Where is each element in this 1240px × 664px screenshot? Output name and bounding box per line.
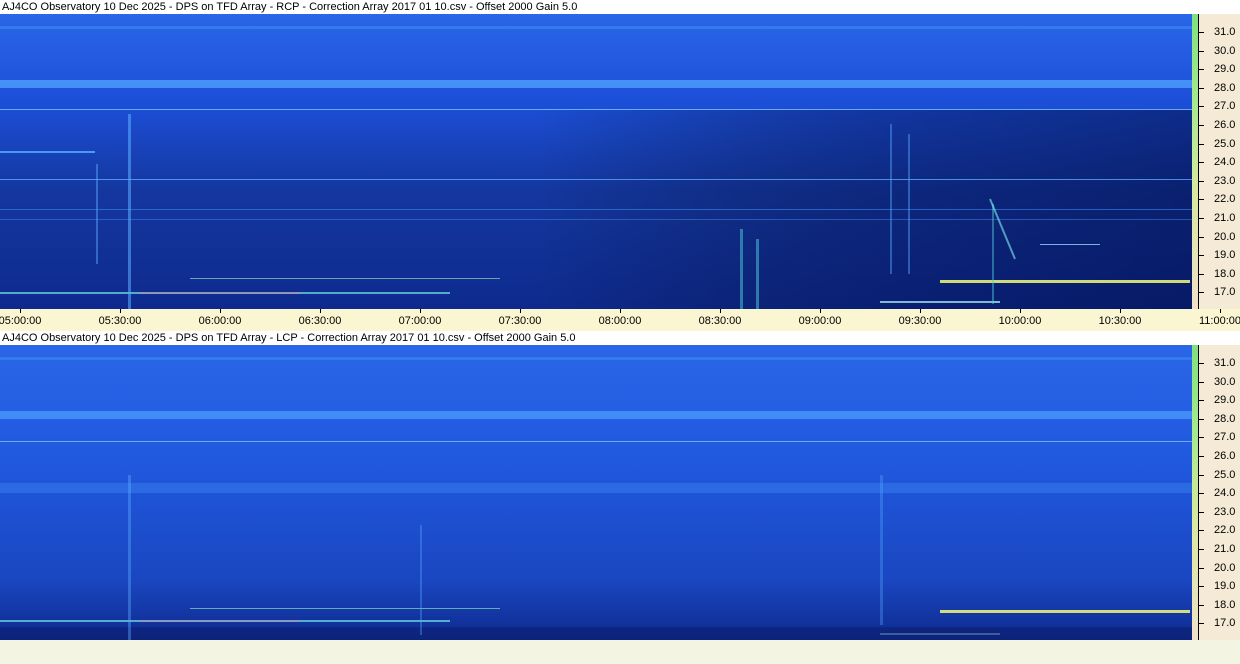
frequency-tick-rcp (1199, 106, 1204, 108)
frequency-label-rcp: 19.0 (1214, 249, 1236, 262)
time-tick (1120, 309, 1121, 313)
time-tick (120, 309, 121, 313)
time-tick (520, 309, 521, 313)
frequency-label-lcp: 18.0 (1214, 598, 1236, 611)
time-label: 06:00:00 (198, 315, 242, 327)
frequency-label-rcp: 22.0 (1214, 193, 1236, 206)
time-label: 10:30:00 (1098, 315, 1142, 327)
time-tick (920, 309, 921, 313)
frequency-tick-lcp (1199, 511, 1204, 513)
time-label: 11:00:00 (1198, 315, 1240, 327)
frequency-tick-rcp (1199, 273, 1204, 275)
time-label: 09:30:00 (898, 315, 942, 327)
spectrogram-rcp-image (0, 14, 1192, 309)
frequency-label-lcp: 25.0 (1214, 468, 1236, 481)
frequency-tick-lcp (1199, 381, 1204, 383)
frequency-tick-lcp (1199, 623, 1204, 625)
frequency-label-lcp: 30.0 (1214, 375, 1236, 388)
frequency-label-rcp: 20.0 (1214, 230, 1236, 243)
spectrogram-lcp (0, 345, 1192, 640)
time-label: 05:00:00 (0, 315, 42, 327)
frequency-tick-rcp (1199, 199, 1204, 201)
frequency-label-rcp: 21.0 (1214, 212, 1236, 224)
frequency-tick-rcp (1199, 255, 1204, 257)
frequency-scale-lcp: 31.0 30.0 29.0 28.0 27.0 26.0 25.0 24.0 23.0 22.0… (1198, 345, 1240, 640)
frequency-tick-lcp (1199, 418, 1204, 420)
spectrogram-lcp-image (0, 345, 1192, 640)
frequency-label-rcp: 29.0 (1214, 63, 1236, 76)
frequency-tick-rcp (1199, 236, 1204, 238)
time-label: 08:00:00 (598, 315, 642, 327)
time-tick (320, 309, 321, 313)
frequency-tick-lcp (1199, 586, 1204, 588)
frequency-tick-lcp (1199, 493, 1204, 495)
time-tick (1220, 309, 1221, 313)
time-label: 10:00:00 (998, 315, 1042, 327)
time-tick (220, 309, 221, 313)
time-tick (620, 309, 621, 313)
spectrogram-panel-rcp: 31.0 30.0 29.0 28.0 27.0 26.0 25.0 24.0 23.0 22.0… (0, 14, 1240, 309)
frequency-tick-lcp (1199, 549, 1204, 550)
frequency-label-lcp: 28.0 (1214, 412, 1236, 425)
spectrogram-rcp (0, 14, 1192, 309)
frequency-tick-rcp (1199, 50, 1204, 52)
frequency-tick-lcp (1199, 363, 1204, 364)
frequency-label-lcp: 26.0 (1214, 450, 1236, 462)
frequency-tick-rcp (1199, 125, 1204, 126)
time-label: 08:30:00 (698, 315, 742, 327)
frequency-label-lcp: 29.0 (1214, 394, 1236, 407)
frequency-label-lcp: 23.0 (1214, 505, 1236, 518)
time-axis-rcp: 05:00:00 05:30:00 06:00:00 06:30:00 07:00:00… (0, 309, 1240, 331)
spectrogram-panel-lcp: 31.0 30.0 29.0 28.0 27.0 26.0 25.0 24.0 23.0 22.0… (0, 345, 1240, 640)
time-tick (1020, 309, 1021, 313)
frequency-label-rcp: 28.0 (1214, 81, 1236, 94)
time-label: 07:00:00 (398, 315, 442, 327)
frequency-tick-rcp (1199, 162, 1204, 164)
frequency-tick-rcp (1199, 292, 1204, 294)
frequency-tick-lcp (1199, 400, 1204, 402)
frequency-label-lcp: 24.0 (1214, 487, 1236, 500)
time-label: 05:30:00 (98, 315, 142, 327)
time-tick (20, 309, 21, 313)
frequency-label-rcp: 24.0 (1214, 156, 1236, 169)
frequency-tick-rcp (1199, 32, 1204, 33)
frequency-label-rcp: 31.0 (1214, 26, 1236, 38)
time-label: 06:30:00 (298, 315, 342, 327)
frequency-label-rcp: 26.0 (1214, 119, 1236, 131)
frequency-tick-rcp (1199, 69, 1204, 71)
frequency-label-lcp: 27.0 (1214, 431, 1236, 444)
frequency-tick-rcp (1199, 143, 1204, 145)
frequency-tick-lcp (1199, 604, 1204, 606)
panel-title-lcp: AJ4CO Observatory 10 Dec 2025 - DPS on T… (0, 331, 1240, 345)
frequency-label-lcp: 31.0 (1214, 357, 1236, 369)
time-tick (420, 309, 421, 313)
frequency-label-lcp: 21.0 (1214, 543, 1236, 555)
time-label: 09:00:00 (798, 315, 842, 327)
frequency-label-rcp: 17.0 (1214, 286, 1236, 299)
frequency-label-rcp: 25.0 (1214, 137, 1236, 150)
frequency-label-lcp: 19.0 (1214, 580, 1236, 593)
frequency-tick-lcp (1199, 456, 1204, 457)
frequency-label-lcp: 22.0 (1214, 524, 1236, 537)
frequency-label-lcp: 20.0 (1214, 561, 1236, 574)
frequency-tick-rcp (1199, 180, 1204, 182)
frequency-label-rcp: 30.0 (1214, 44, 1236, 57)
frequency-label-lcp: 17.0 (1214, 617, 1236, 630)
frequency-tick-rcp (1199, 87, 1204, 89)
frequency-tick-rcp (1199, 218, 1204, 219)
frequency-tick-lcp (1199, 567, 1204, 569)
time-tick (720, 309, 721, 313)
time-tick (820, 309, 821, 313)
time-label: 07:30:00 (498, 315, 542, 327)
frequency-label-rcp: 23.0 (1214, 174, 1236, 187)
panel-title-rcp: AJ4CO Observatory 10 Dec 2025 - DPS on T… (0, 0, 1240, 14)
frequency-scale-rcp: 31.0 30.0 29.0 28.0 27.0 26.0 25.0 24.0 23.0 22.0… (1198, 14, 1240, 309)
frequency-label-rcp: 18.0 (1214, 267, 1236, 280)
frequency-tick-lcp (1199, 474, 1204, 476)
frequency-tick-lcp (1199, 437, 1204, 439)
frequency-tick-lcp (1199, 530, 1204, 532)
frequency-label-rcp: 27.0 (1214, 100, 1236, 113)
